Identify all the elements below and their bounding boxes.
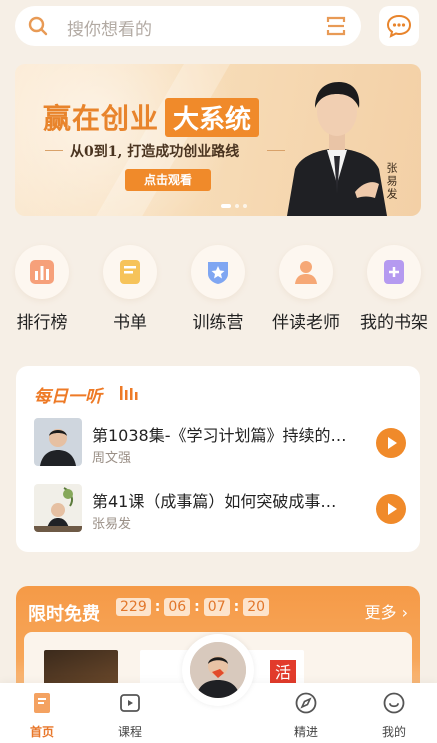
search-icon — [28, 16, 48, 36]
ranking-icon — [30, 260, 54, 284]
episode-author: 周文强 — [92, 451, 132, 466]
daily-listen-title: 每日一听 — [34, 387, 102, 407]
quick-link-ranking[interactable]: 排行榜 — [0, 245, 84, 333]
quick-link-booklist[interactable]: 书单 — [88, 245, 172, 333]
presenter-photo — [287, 82, 387, 216]
quick-link-bookshelf[interactable]: 我的书架 — [352, 245, 436, 333]
search-bar[interactable]: 搜你想看的 — [15, 6, 361, 46]
nav-home[interactable]: 首页 — [12, 691, 72, 740]
daily-listen-card: 每日一听 第1038集-《学习计划篇》持续的… 周文强 第41课（成事篇）如何突… — [16, 366, 420, 552]
compass-icon — [295, 692, 317, 714]
more-link[interactable]: 更多 › — [365, 599, 409, 623]
booklist-icon — [120, 260, 140, 284]
promo-banner[interactable]: 赢在创业 大系统 从0到1, 打造成功创业路线 点击观看 张易发 — [15, 64, 421, 216]
episode-title: 第1038集-《学习计划篇》持续的… — [92, 426, 347, 445]
smile-icon — [383, 692, 405, 714]
presenter-name: 张易发 — [385, 162, 398, 201]
nav-progress[interactable]: 精进 — [276, 691, 336, 740]
message-button[interactable] — [379, 6, 419, 46]
countdown-timer: 229 : 06 : 07 : 20 — [116, 598, 270, 616]
quick-link-tutor[interactable]: 伴读老师 — [264, 245, 348, 333]
nav-courses[interactable]: 课程 — [100, 691, 160, 740]
scan-icon[interactable] — [325, 15, 347, 37]
now-playing-button[interactable] — [182, 634, 254, 706]
watch-button[interactable]: 点击观看 — [125, 169, 211, 191]
video-icon — [120, 694, 140, 712]
header: 搜你想看的 — [0, 0, 437, 56]
bookshelf-icon — [384, 260, 404, 284]
play-button[interactable] — [376, 494, 406, 524]
episode-thumbnail — [34, 484, 82, 532]
audio-bars-icon — [120, 386, 138, 400]
banner-title: 赢在创业 大系统 — [43, 97, 260, 137]
now-playing-avatar — [190, 642, 246, 698]
episode-item[interactable]: 第41课（成事篇）如何突破成事… 张易发 — [34, 484, 406, 534]
nav-profile[interactable]: 我的 — [364, 691, 424, 740]
search-placeholder: 搜你想看的 — [67, 20, 152, 40]
home-book-icon — [34, 693, 50, 713]
play-button[interactable] — [376, 428, 406, 458]
episode-thumbnail — [34, 418, 82, 466]
tutor-icon — [295, 261, 317, 284]
episode-title: 第41课（成事篇）如何突破成事… — [92, 492, 337, 511]
episode-item[interactable]: 第1038集-《学习计划篇》持续的… 周文强 — [34, 418, 406, 468]
carousel-indicator — [221, 204, 247, 208]
quick-links: 排行榜 书单 训练营 伴读老师 我的书架 — [0, 245, 437, 335]
quick-link-training-camp[interactable]: 训练营 — [176, 245, 260, 333]
limited-free-title: 限时免费 — [28, 604, 100, 625]
training-camp-icon — [208, 262, 228, 284]
chat-icon — [386, 14, 412, 38]
banner-subtitle: 从0到1, 打造成功创业路线 — [70, 144, 240, 160]
episode-author: 张易发 — [92, 517, 132, 532]
